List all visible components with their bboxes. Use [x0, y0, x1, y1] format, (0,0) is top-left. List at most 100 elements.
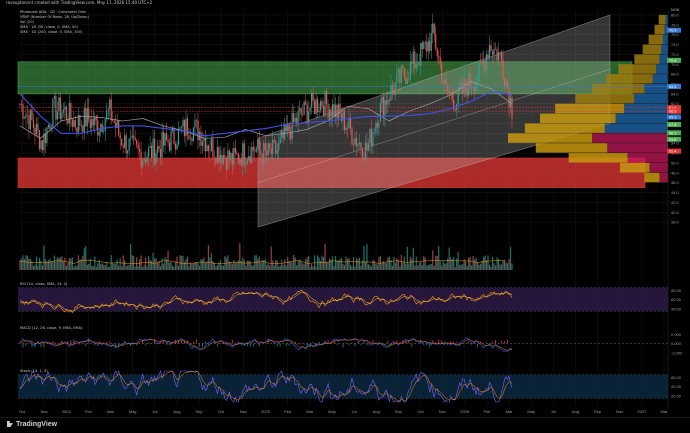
- macd-histogram-bar: [160, 342, 161, 344]
- candle-body: [179, 127, 180, 128]
- volume-bar: [217, 265, 218, 270]
- macd-histogram-bar: [384, 344, 385, 346]
- volume-bar: [280, 266, 281, 270]
- volume-bar: [375, 264, 376, 270]
- volume-bar: [429, 264, 430, 270]
- candle-body: [363, 159, 364, 160]
- macd-histogram-bar: [94, 344, 95, 345]
- candle-body: [82, 125, 83, 132]
- macd-histogram-bar: [277, 344, 278, 347]
- macd-histogram-bar: [295, 342, 296, 344]
- candle-body: [215, 158, 216, 163]
- macd-histogram-bar: [298, 344, 299, 345]
- candle-body: [487, 54, 488, 58]
- candle-body: [238, 154, 239, 163]
- volume-bar: [348, 258, 349, 270]
- macd-histogram-bar: [322, 344, 323, 346]
- macd-histogram-bar: [307, 344, 308, 347]
- macd-histogram-bar: [190, 344, 191, 346]
- candle-body: [42, 140, 43, 150]
- macd-histogram-bar: [310, 344, 311, 347]
- tradingview-logo[interactable]: TradingView: [7, 421, 57, 428]
- volume-bar: [25, 255, 26, 270]
- candle-body: [477, 81, 478, 82]
- candle-body: [398, 69, 399, 73]
- volume-bar: [142, 267, 143, 270]
- macd-histogram-bar: [253, 344, 254, 347]
- candle-body: [202, 142, 203, 146]
- candle-body: [161, 132, 162, 157]
- volume-bar: [191, 264, 192, 270]
- volume-bar: [169, 263, 170, 270]
- macd-histogram-bar: [214, 341, 215, 343]
- candle-body: [190, 138, 191, 139]
- volume-bar: [212, 261, 213, 270]
- vp-row-up: [575, 94, 634, 103]
- macd-histogram-bar: [423, 344, 424, 346]
- macd-histogram-bar: [199, 344, 200, 347]
- volume-bar: [487, 255, 488, 270]
- volume-bar: [392, 266, 393, 270]
- macd-histogram-bar: [157, 344, 158, 345]
- candle-body: [351, 129, 352, 144]
- candle-body: [416, 64, 417, 68]
- candle-body: [135, 138, 136, 141]
- candle-body: [380, 103, 381, 122]
- volume-bar: [432, 250, 433, 270]
- candle-body: [490, 45, 491, 51]
- macd-histogram-bar: [34, 344, 35, 348]
- macd-histogram-bar: [43, 344, 44, 348]
- candle-body: [24, 118, 25, 119]
- candle-body: [214, 157, 215, 158]
- volume-bar: [22, 255, 23, 270]
- candle-body: [473, 87, 474, 88]
- candle-body: [230, 153, 231, 160]
- candle-body: [196, 120, 197, 121]
- macd-histogram-bar: [82, 344, 83, 345]
- candle-body: [429, 41, 430, 51]
- candle-body: [378, 122, 379, 128]
- price-marker-label: 57.8: [669, 123, 676, 127]
- volume-bar: [236, 263, 237, 270]
- candle-body: [259, 139, 260, 150]
- candle-body: [405, 77, 406, 84]
- main-chart[interactable]: 80.078.076.074.072.070.068.066.064.062.0…: [0, 0, 690, 432]
- volume-bar: [108, 267, 109, 270]
- macd-histogram-bar: [402, 340, 403, 343]
- volume-bar: [426, 266, 427, 270]
- macd-histogram-bar: [268, 340, 269, 344]
- candle-body: [188, 135, 189, 139]
- macd-histogram-bar: [67, 341, 68, 343]
- candle-body: [280, 137, 281, 142]
- volume-bar: [324, 244, 325, 270]
- candle-body: [479, 62, 480, 82]
- volume-bar: [501, 264, 502, 270]
- macd-histogram-bar: [250, 344, 251, 347]
- macd-histogram-bar: [181, 340, 182, 344]
- volume-bar: [232, 264, 233, 270]
- macd-histogram-bar: [375, 343, 376, 344]
- macd-histogram-bar: [387, 341, 388, 344]
- price-marker-label: 60.5: [669, 110, 676, 114]
- volume-bar: [105, 265, 106, 270]
- macd-histogram-bar: [193, 342, 194, 344]
- volume-bar: [135, 267, 136, 270]
- macd-histogram-bar: [220, 344, 221, 345]
- candle-body: [308, 112, 309, 122]
- volume-bar: [133, 256, 134, 270]
- macd-histogram-bar: [100, 342, 101, 344]
- candle-body: [75, 120, 76, 128]
- pane-tick-label: 40.00: [671, 306, 682, 311]
- macd-histogram-bar: [343, 344, 344, 348]
- candle-body: [147, 157, 148, 163]
- volume-bar: [33, 266, 34, 270]
- volume-bar: [208, 245, 209, 270]
- time-tick-label: Sep: [196, 409, 204, 414]
- candle-body: [256, 148, 257, 151]
- candle-body: [348, 118, 349, 129]
- candle-body: [329, 109, 330, 118]
- candle-body: [39, 130, 40, 149]
- macd-histogram-bar: [453, 342, 454, 344]
- candle-body: [428, 41, 429, 52]
- candle-body: [480, 62, 481, 63]
